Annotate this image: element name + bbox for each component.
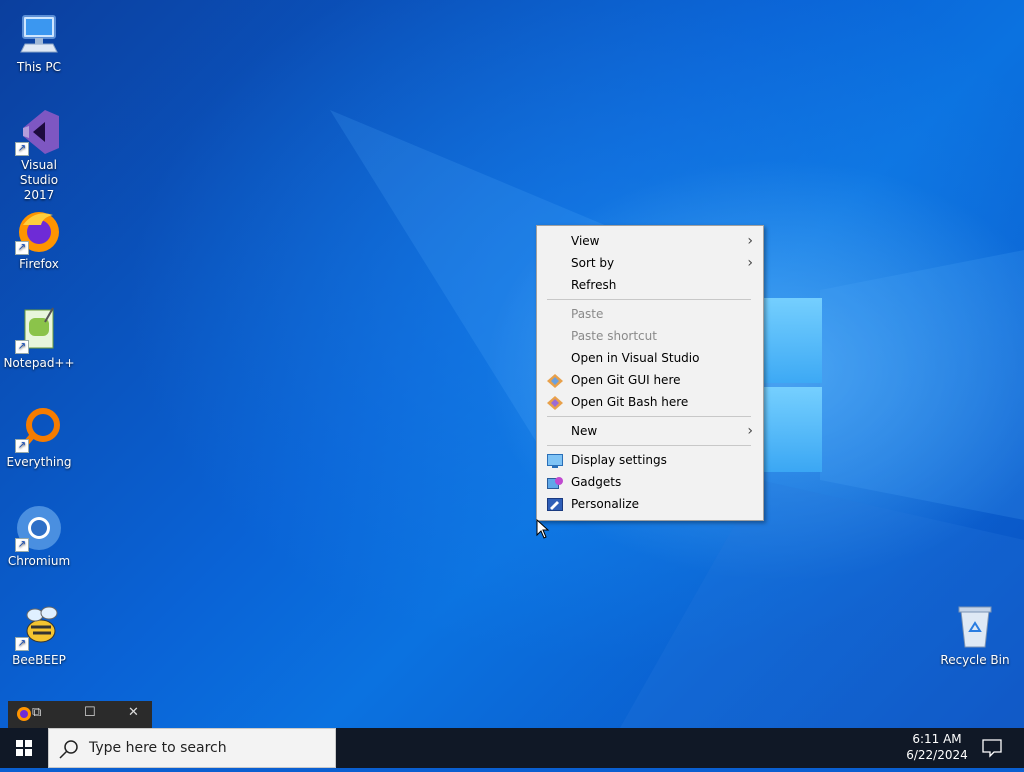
firefox-small-icon <box>16 706 32 726</box>
beebeep-icon: ↗ <box>15 603 63 651</box>
computer-icon <box>15 10 63 58</box>
desktop-icon-beebeep[interactable]: ↗ BeeBEEP <box>1 603 77 668</box>
shortcut-arrow-icon: ↗ <box>15 142 29 156</box>
windows-start-icon <box>16 740 32 756</box>
desktop-icon-this-pc[interactable]: This PC <box>1 10 77 75</box>
windows-logo-wallpaper <box>760 290 822 480</box>
menu-item-label: Gadgets <box>571 475 622 489</box>
notepad-plus-plus-icon: ↗ <box>15 306 63 354</box>
menu-item-display-settings[interactable]: Display settings <box>537 449 763 471</box>
close-button[interactable]: ✕ <box>128 705 139 720</box>
menu-item-sort-by[interactable]: Sort by › <box>537 252 763 274</box>
menu-item-label: Paste <box>571 307 604 321</box>
mouse-cursor-icon <box>536 519 550 539</box>
desktop-icon-label: Everything <box>6 455 72 469</box>
desktop-icon-label: This PC <box>17 60 61 74</box>
menu-item-label: Refresh <box>571 278 617 292</box>
everything-search-icon: ↗ <box>15 405 63 453</box>
shortcut-arrow-icon: ↗ <box>15 439 29 453</box>
search-placeholder: Type here to search <box>89 740 227 756</box>
desktop-icon-chromium[interactable]: ↗ Chromium <box>1 504 77 569</box>
taskbar: Type here to search 6:11 AM 6/22/2024 <box>0 728 1024 768</box>
shortcut-arrow-icon: ↗ <box>15 241 29 255</box>
menu-item-personalize[interactable]: Personalize <box>537 493 763 515</box>
shortcut-arrow-icon: ↗ <box>15 637 29 651</box>
menu-item-open-git-gui[interactable]: Open Git GUI here <box>537 369 763 391</box>
menu-item-refresh[interactable]: Refresh <box>537 274 763 296</box>
menu-item-label: Display settings <box>571 453 667 467</box>
start-button[interactable] <box>0 728 48 768</box>
minimized-window-bar[interactable]: ⧉ ☐ ✕ <box>8 701 152 728</box>
submenu-arrow-icon: › <box>747 423 753 439</box>
menu-item-label: Personalize <box>571 497 640 511</box>
desktop-icon-label: BeeBEEP <box>12 653 66 667</box>
system-clock[interactable]: 6:11 AM 6/22/2024 <box>890 731 984 763</box>
menu-item-label: Open Git Bash here <box>571 395 689 409</box>
desktop-context-menu: View › Sort by › Refresh Paste Paste sho… <box>536 225 764 521</box>
personalize-icon <box>547 497 563 511</box>
clock-time: 6:11 AM <box>912 732 962 746</box>
menu-separator <box>547 445 751 446</box>
desktop-icon-notepad-plus-plus[interactable]: ↗ Notepad++ <box>1 306 77 371</box>
visual-studio-icon: ↗ <box>15 108 63 156</box>
gadgets-icon <box>547 475 563 489</box>
search-box[interactable]: Type here to search <box>48 728 336 768</box>
shortcut-arrow-icon: ↗ <box>15 340 29 354</box>
notification-icon <box>982 739 1002 758</box>
desktop-icon-label: Visual Studio 2017 <box>19 158 59 202</box>
menu-item-gadgets[interactable]: Gadgets <box>537 471 763 493</box>
display-icon <box>547 453 563 468</box>
recycle-bin-icon <box>951 603 999 651</box>
desktop-icon-label: Notepad++ <box>3 356 75 370</box>
menu-item-new[interactable]: New › <box>537 420 763 442</box>
menu-item-label: Open in Visual Studio <box>571 351 700 365</box>
submenu-arrow-icon: › <box>747 255 753 271</box>
menu-separator <box>547 416 751 417</box>
maximize-button[interactable]: ☐ <box>84 705 96 720</box>
desktop-icon-label: Chromium <box>7 554 71 568</box>
firefox-icon: ↗ <box>15 207 63 255</box>
git-icon <box>547 395 563 410</box>
menu-item-view[interactable]: View › <box>537 230 763 252</box>
menu-item-label: Sort by <box>571 256 615 270</box>
clock-date: 6/22/2024 <box>906 748 968 762</box>
desktop-icon-firefox[interactable]: ↗ Firefox <box>1 207 77 272</box>
desktop-icon-everything[interactable]: ↗ Everything <box>1 405 77 470</box>
menu-item-label: View <box>571 234 600 248</box>
submenu-arrow-icon: › <box>747 233 753 249</box>
shortcut-arrow-icon: ↗ <box>15 538 29 552</box>
menu-item-open-git-bash[interactable]: Open Git Bash here <box>537 391 763 413</box>
desktop[interactable]: This PC ↗ Visual Studio 2017 ↗ Firefox ↗… <box>0 0 1024 728</box>
menu-item-label: New <box>571 424 598 438</box>
desktop-icon-label: Recycle Bin <box>940 653 1010 667</box>
restore-button[interactable]: ⧉ <box>32 705 41 720</box>
menu-item-open-in-visual-studio[interactable]: Open in Visual Studio <box>537 347 763 369</box>
chromium-icon: ↗ <box>15 504 63 552</box>
desktop-icon-recycle-bin[interactable]: Recycle Bin <box>937 603 1013 668</box>
menu-item-paste-shortcut: Paste shortcut <box>537 325 763 347</box>
action-center-button[interactable] <box>980 736 1004 760</box>
wallpaper-light-beams <box>330 110 1024 728</box>
search-icon <box>59 740 78 759</box>
desktop-icon-label: Firefox <box>19 257 59 271</box>
menu-item-paste: Paste <box>537 303 763 325</box>
git-icon <box>547 373 563 388</box>
menu-item-label: Paste shortcut <box>571 329 657 343</box>
menu-separator <box>547 299 751 300</box>
desktop-icon-visual-studio-2017[interactable]: ↗ Visual Studio 2017 <box>1 108 77 203</box>
menu-item-label: Open Git GUI here <box>571 373 681 387</box>
